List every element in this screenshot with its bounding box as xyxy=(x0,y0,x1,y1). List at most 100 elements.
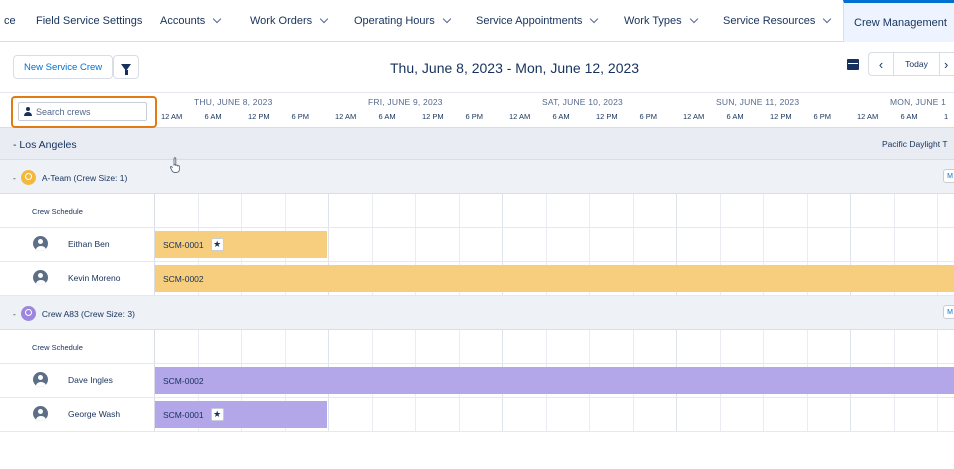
hour-label: 12 AM xyxy=(683,112,705,121)
grid-line xyxy=(371,228,373,261)
crew-toggle[interactable]: - A-Team (Crew Size: 1) xyxy=(13,170,127,185)
tab-work-types[interactable]: Work Types xyxy=(624,0,698,42)
grid-line xyxy=(284,194,286,227)
avatar-icon xyxy=(33,270,48,285)
next-button[interactable]: › xyxy=(940,52,954,76)
grid-line xyxy=(850,194,851,227)
crew-menu-button[interactable]: M xyxy=(943,169,954,183)
grid-line xyxy=(676,194,677,227)
grid-line xyxy=(415,330,416,363)
grid-line xyxy=(850,398,851,431)
person-icon xyxy=(23,107,32,116)
grid-line xyxy=(893,330,895,363)
tab-service-appointments[interactable]: Service Appointments xyxy=(476,0,599,42)
tab-label: ce xyxy=(4,15,16,27)
hour-label: 1 xyxy=(944,112,949,121)
service-appointment-bar[interactable]: SCM-0002 xyxy=(155,265,954,292)
member-name[interactable]: Eithan Ben xyxy=(68,239,110,249)
tab-label: Crew Management xyxy=(854,16,947,29)
grid-line xyxy=(197,194,199,227)
chevron-down-icon[interactable] xyxy=(823,14,832,24)
grid-line xyxy=(676,398,677,431)
new-service-crew-button[interactable]: New Service Crew xyxy=(13,55,114,79)
tab-accounts[interactable]: Accounts xyxy=(160,0,222,42)
grid-line xyxy=(197,330,199,363)
chevron-down-icon[interactable] xyxy=(319,14,329,24)
grid-line xyxy=(328,398,329,431)
region-name[interactable]: - Los Angeles xyxy=(13,139,77,151)
crew-toggle[interactable]: - Crew A83 (Crew Size: 3) xyxy=(13,306,135,321)
member-name[interactable]: George Wash xyxy=(68,409,120,419)
crew-schedule-label: Crew Schedule xyxy=(32,343,83,352)
tab-label: Operating Hours xyxy=(354,15,435,27)
service-appointment-bar[interactable]: SCM-0002 xyxy=(155,367,954,394)
tab-field-service-settings[interactable]: Field Service Settings xyxy=(36,0,142,42)
funnel-icon xyxy=(121,63,131,75)
avatar-icon xyxy=(33,406,48,421)
hour-label: 12 PM xyxy=(248,112,270,121)
chevron-down-icon[interactable] xyxy=(442,14,451,24)
tab-field-service-truncated[interactable]: ce xyxy=(4,0,16,42)
collapse-toggle[interactable]: - xyxy=(13,173,16,183)
crew-member-row: Dave Ingles SCM-0002 xyxy=(0,364,954,398)
chevron-down-icon[interactable] xyxy=(689,14,698,24)
day-label: THU, JUNE 8, 2023 xyxy=(194,97,273,107)
hour-label: 6 AM xyxy=(726,112,744,121)
grid-line xyxy=(893,228,895,261)
hour-label: 12 PM xyxy=(596,112,618,121)
grid-line xyxy=(458,228,460,261)
crew-name: A-Team (Crew Size: 1) xyxy=(41,172,128,183)
search-crews-input[interactable]: Search crews xyxy=(18,102,147,121)
chevron-down-icon[interactable] xyxy=(590,14,599,24)
chevron-down-icon[interactable] xyxy=(213,14,222,24)
previous-button[interactable]: ‹ xyxy=(868,52,894,76)
grid-line xyxy=(676,330,677,363)
member-name[interactable]: Kevin Moreno xyxy=(68,273,120,283)
grid-line xyxy=(502,330,503,363)
star-icon[interactable]: ★ xyxy=(210,408,224,421)
appointment-number: SCM-0001 xyxy=(163,409,204,420)
appointment-number: SCM-0001 xyxy=(163,239,204,250)
day-label: MON, JUNE 1 xyxy=(890,97,947,107)
service-appointment-bar[interactable]: SCM-0001 ★ xyxy=(155,231,327,258)
grid-line xyxy=(328,228,329,261)
crew-member-row: Kevin Moreno SCM-0002 xyxy=(0,262,954,296)
grid-line xyxy=(806,228,808,261)
grid-line xyxy=(763,194,764,227)
grid-line xyxy=(632,194,634,227)
collapse-toggle[interactable]: - xyxy=(13,309,16,319)
tab-label: Service Resources xyxy=(723,15,816,27)
crew-menu-button[interactable]: M xyxy=(943,305,954,319)
tab-service-resources[interactable]: Service Resources xyxy=(723,0,832,42)
avatar-icon xyxy=(33,372,48,387)
grid-line xyxy=(763,330,764,363)
grid-line xyxy=(415,398,416,431)
hour-label: 12 AM xyxy=(161,112,183,121)
grid-line xyxy=(241,194,242,227)
crew-schedule-row: Crew Schedule xyxy=(0,194,954,228)
appointment-number: SCM-0002 xyxy=(163,375,204,386)
grid-line xyxy=(937,330,938,363)
grid-line xyxy=(545,194,547,227)
filter-button[interactable] xyxy=(113,55,139,79)
tab-work-orders[interactable]: Work Orders xyxy=(250,0,329,42)
grid-line xyxy=(893,398,895,431)
hour-label: 12 PM xyxy=(770,112,792,121)
crew-member-row: George Wash SCM-0001 ★ xyxy=(0,398,954,432)
member-name[interactable]: Dave Ingles xyxy=(68,375,113,385)
today-button[interactable]: Today xyxy=(894,52,940,76)
crew-member-row: Eithan Ben SCM-0001 ★ xyxy=(0,228,954,262)
hour-label: 12 PM xyxy=(422,112,444,121)
tab-operating-hours[interactable]: Operating Hours xyxy=(354,0,451,42)
search-placeholder: Search crews xyxy=(36,106,91,117)
tab-label: Work Types xyxy=(624,15,682,27)
grid-line xyxy=(415,228,416,261)
service-appointment-bar[interactable]: SCM-0001 ★ xyxy=(155,401,327,428)
grid-line xyxy=(458,398,460,431)
calendar-button[interactable] xyxy=(847,59,859,70)
star-icon[interactable]: ★ xyxy=(210,238,224,251)
search-highlight-box: Search crews xyxy=(11,96,157,128)
tab-crew-management[interactable]: Crew Management xyxy=(843,0,954,42)
hour-label: 6 AM xyxy=(204,112,222,121)
date-range-label: Thu, June 8, 2023 - Mon, June 12, 2023 xyxy=(390,60,640,76)
